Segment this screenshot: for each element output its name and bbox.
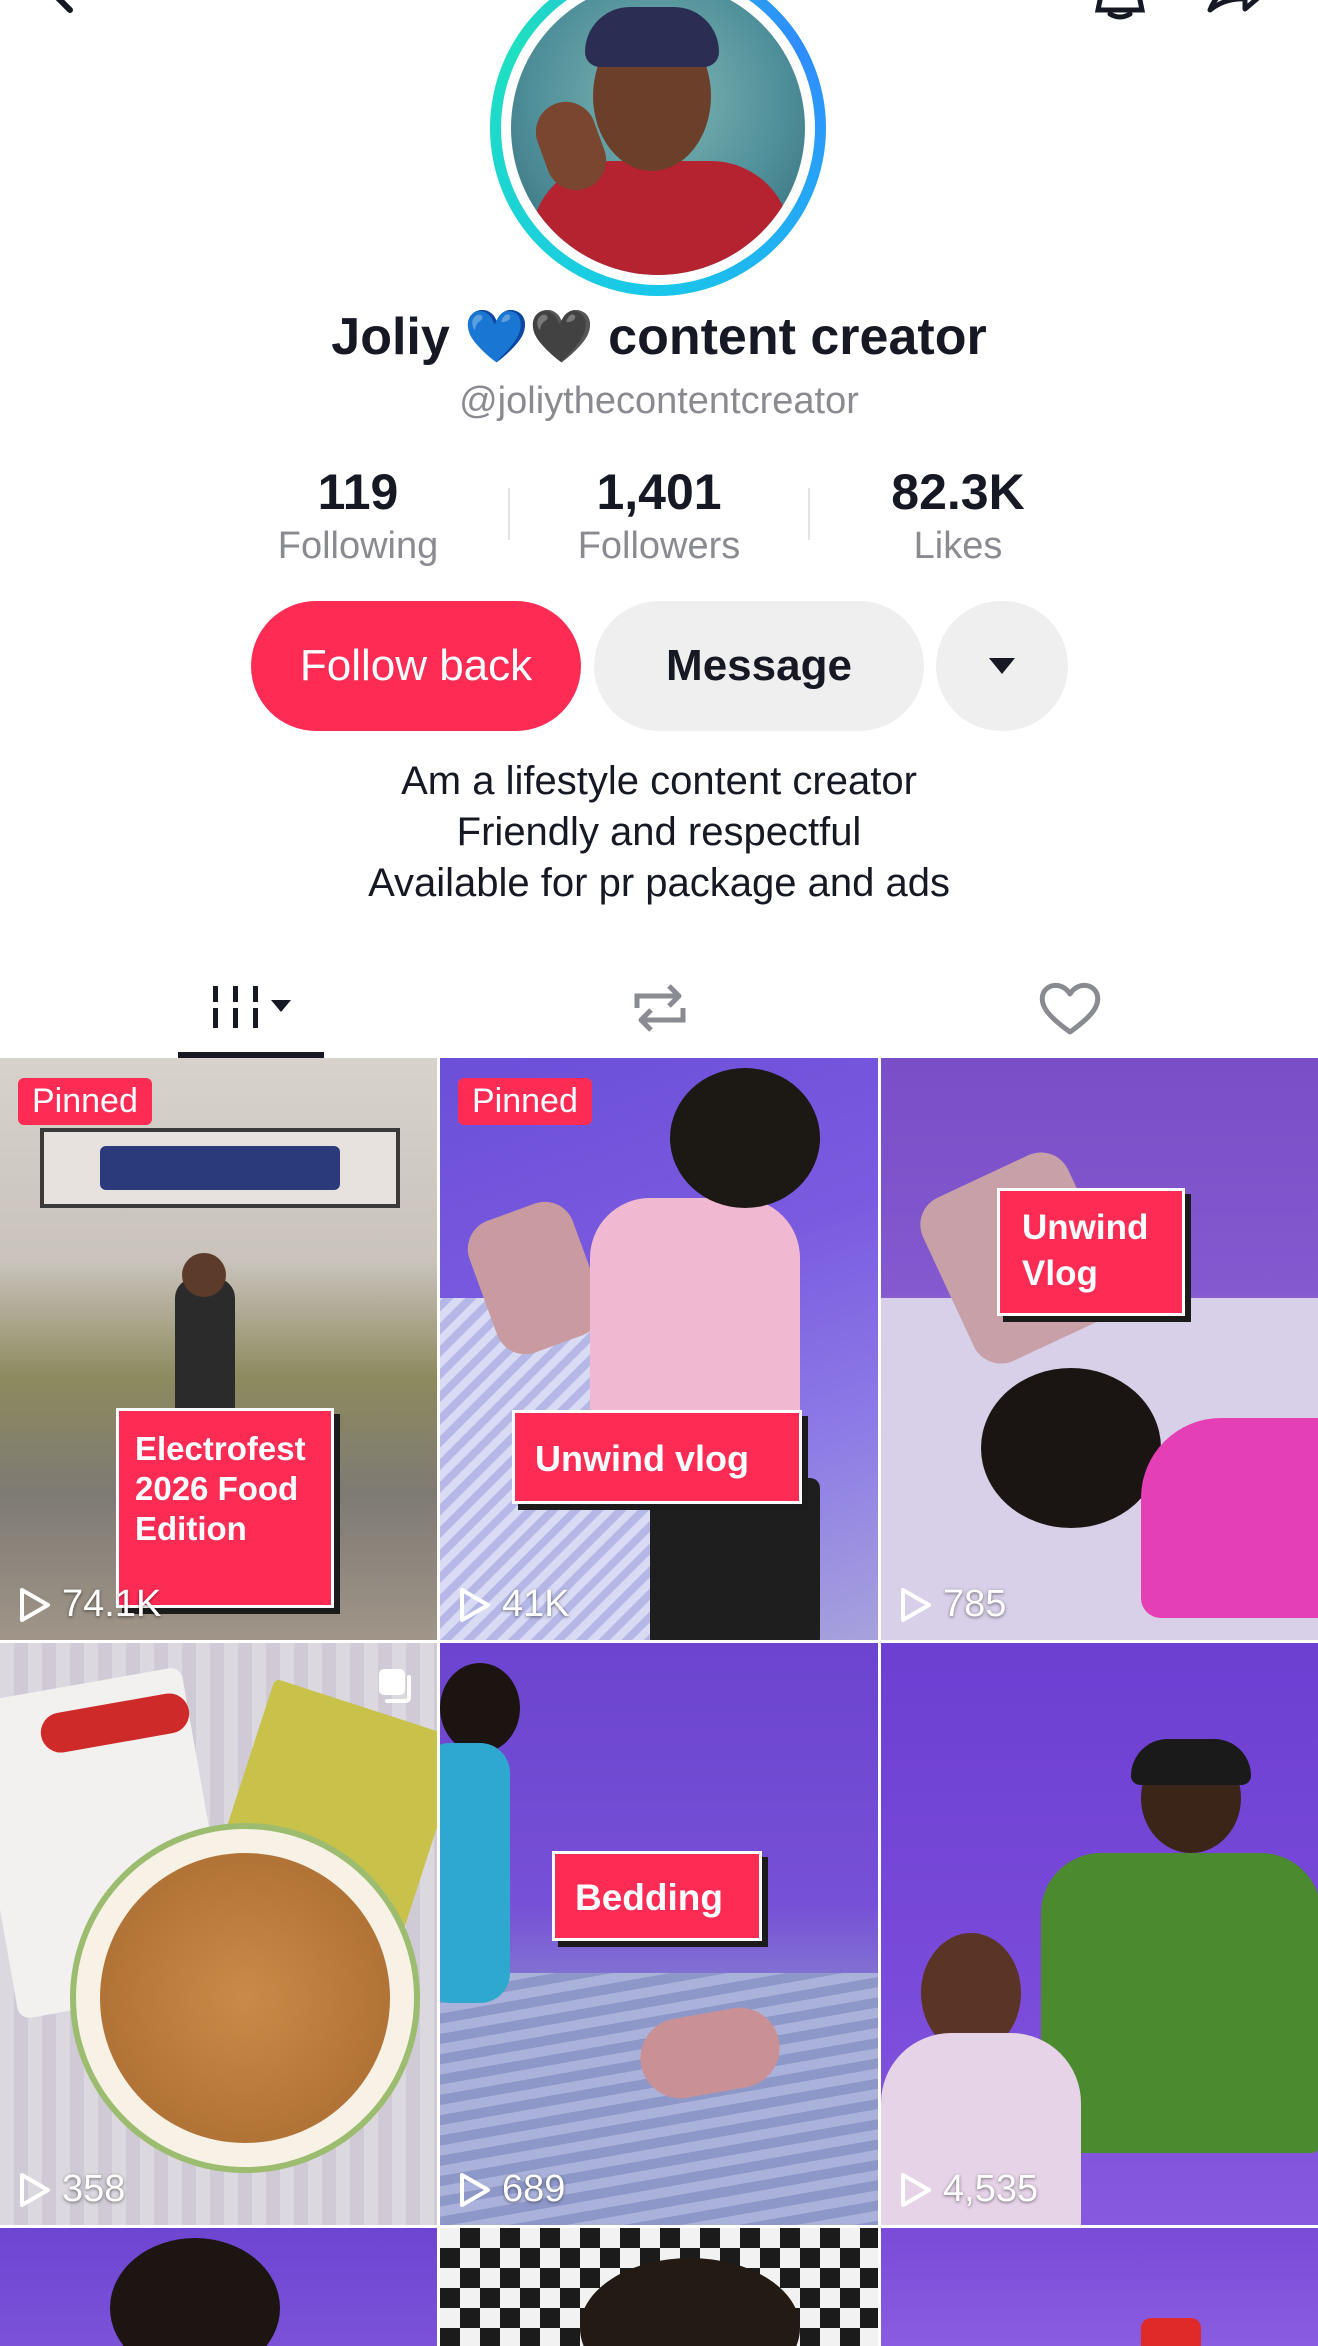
view-count: 41K (456, 1583, 570, 1626)
stat-followers-label: Followers (577, 525, 741, 567)
avatar-photo (511, 0, 805, 275)
video-caption: Unwind Vlog (997, 1188, 1185, 1316)
play-icon (460, 1587, 490, 1622)
play-icon (901, 1587, 931, 1622)
view-count-value: 358 (62, 2168, 126, 2210)
stat-following-value: 119 (317, 464, 399, 520)
view-count: 689 (456, 2168, 565, 2211)
video-caption: Unwind vlog (512, 1410, 802, 1504)
heart-icon (1039, 982, 1101, 1035)
play-icon (20, 1587, 50, 1622)
video-tile[interactable]: 358 (0, 1643, 437, 2225)
photo-carousel-icon (379, 1669, 411, 1703)
tab-videos[interactable] (178, 958, 324, 1058)
stat-likes[interactable]: 82.3K Likes (838, 462, 1078, 570)
avatar[interactable] (490, 0, 826, 296)
video-tile[interactable]: 4,535 (881, 1643, 1318, 2225)
tab-reposts[interactable] (590, 958, 730, 1058)
grid-icon (213, 986, 291, 1028)
video-tile[interactable] (0, 2228, 437, 2346)
view-count: 74.1K (16, 1583, 161, 1626)
video-tile[interactable] (881, 2228, 1318, 2346)
bio-line: Available for pr package and ads (368, 861, 950, 905)
play-icon (901, 2172, 931, 2207)
stat-following-label: Following (277, 525, 439, 567)
video-tile[interactable]: Pinned Unwind vlog 41K (440, 1058, 878, 1640)
bio-line: Friendly and respectful (456, 810, 862, 854)
view-count: 358 (16, 2168, 125, 2211)
video-tile[interactable] (440, 2228, 878, 2346)
repost-icon (634, 984, 686, 1032)
follow-back-button[interactable]: Follow back (251, 601, 581, 731)
video-tile[interactable]: Bedding 689 (440, 1643, 878, 2225)
bio-line: Am a lifestyle content creator (401, 759, 917, 803)
stat-divider (808, 488, 810, 540)
stat-following[interactable]: 119 Following (238, 462, 478, 570)
video-tile[interactable]: Pinned Electrofest 2026 Food Edition 74.… (0, 1058, 437, 1640)
view-count: 4,535 (897, 2168, 1038, 2211)
tab-liked[interactable] (1000, 958, 1140, 1058)
stat-divider (508, 488, 510, 540)
view-count-value: 74.1K (62, 1583, 162, 1625)
share-icon[interactable] (1200, 0, 1270, 30)
view-count-value: 785 (943, 1583, 1007, 1625)
bell-icon[interactable] (1090, 0, 1150, 30)
view-count-value: 41K (502, 1583, 570, 1625)
view-count-value: 689 (502, 2168, 566, 2210)
message-button[interactable]: Message (594, 601, 924, 731)
play-icon (460, 2172, 490, 2207)
username: @joliythecontentcreator (459, 380, 859, 422)
stat-followers-value: 1,401 (596, 464, 722, 520)
bio: Am a lifestyle content creator Friendly … (0, 756, 1318, 909)
stat-followers[interactable]: 1,401 Followers (539, 462, 779, 570)
display-name: Joliy 💙🖤 content creator (331, 308, 987, 366)
video-caption: Electrofest 2026 Food Edition (116, 1408, 334, 1608)
video-caption: Bedding (552, 1851, 762, 1941)
caret-down-icon (989, 658, 1015, 674)
more-options-button[interactable] (936, 601, 1068, 731)
play-icon (20, 2172, 50, 2207)
view-count: 785 (897, 1583, 1006, 1626)
back-icon[interactable] (30, 0, 90, 30)
video-tile[interactable]: Unwind Vlog 785 (881, 1058, 1318, 1640)
stat-likes-label: Likes (913, 525, 1003, 567)
pinned-badge: Pinned (458, 1078, 592, 1125)
stat-likes-value: 82.3K (891, 464, 1025, 520)
pinned-badge: Pinned (18, 1078, 152, 1125)
view-count-value: 4,535 (943, 2168, 1039, 2210)
